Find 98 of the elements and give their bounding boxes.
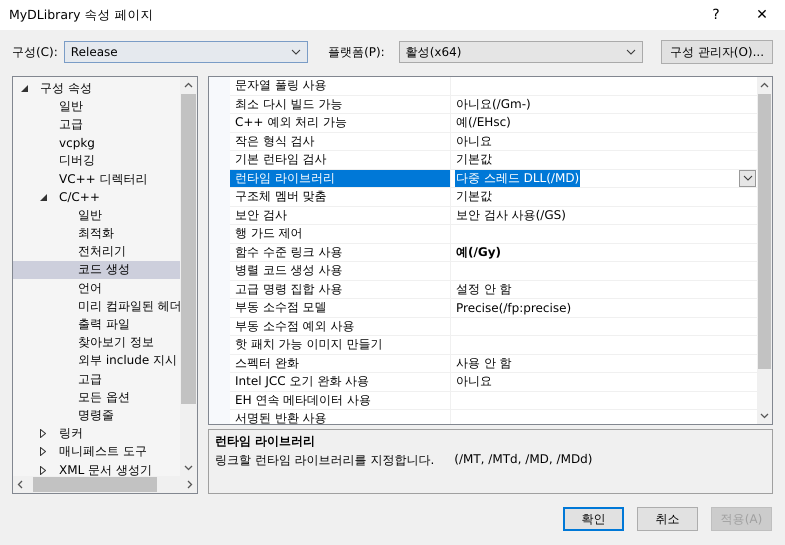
scroll-up-icon[interactable] xyxy=(760,82,769,88)
property-name: 기본 런타임 검사 xyxy=(230,151,451,168)
description-title: 런타임 라이브러리 xyxy=(215,433,316,450)
scroll-right-icon[interactable] xyxy=(187,480,193,489)
expanded-triangle-icon xyxy=(40,194,47,201)
tree-item[interactable]: 링커 xyxy=(13,424,180,443)
dropdown-button[interactable] xyxy=(739,170,756,187)
tree-item[interactable]: 명령줄 xyxy=(13,406,180,425)
property-name: 부동 소수점 예외 사용 xyxy=(230,318,451,335)
tree-item[interactable]: 일반 xyxy=(13,97,180,116)
property-name: EH 연속 메타데이터 사용 xyxy=(230,392,451,409)
tree-item[interactable]: 고급 xyxy=(13,115,180,134)
property-name: 병렬 코드 생성 사용 xyxy=(230,262,451,280)
tree-item[interactable]: 찾아보기 정보 xyxy=(13,334,180,352)
property-value: 예(/EHsc) xyxy=(455,114,512,132)
property-row[interactable]: Intel JCC 오기 완화 사용 아니요 xyxy=(230,373,757,392)
property-name: 고급 명령 집합 사용 xyxy=(230,280,451,298)
configuration-dropdown[interactable]: Release xyxy=(64,41,308,63)
property-name: Intel JCC 오기 완화 사용 xyxy=(230,373,451,390)
property-name: 부동 소수점 모델 xyxy=(230,299,451,316)
property-value: Precise(/fp:precise) xyxy=(455,300,572,315)
property-row[interactable]: EH 연속 메타데이터 사용 xyxy=(230,392,757,410)
property-name: 핫 패치 가능 이미지 만들기 xyxy=(230,336,451,354)
scroll-down-icon[interactable] xyxy=(184,465,193,471)
property-name: 구조체 멤버 맞춤 xyxy=(230,188,451,206)
dialog-button[interactable]: 확인 xyxy=(563,507,624,531)
property-row[interactable]: 부동 소수점 예외 사용 xyxy=(230,318,757,336)
tree-item[interactable]: vcpkg xyxy=(13,134,180,152)
property-name: 최소 다시 빌드 가능 xyxy=(230,96,451,113)
tree-item[interactable]: 출력 파일 xyxy=(13,315,180,334)
scroll-up-icon[interactable] xyxy=(184,82,193,88)
tree-item[interactable]: 매니페스트 도구 xyxy=(13,442,180,461)
property-value: 아니요 xyxy=(455,373,493,390)
property-name: 함수 수준 링크 사용 xyxy=(230,244,451,261)
configuration-manager-button[interactable]: 구성 관리자(O)... xyxy=(661,40,774,64)
tree-item[interactable]: 전처리기 xyxy=(13,242,180,261)
tree-item[interactable]: 디버깅 xyxy=(13,152,180,170)
property-value: 설정 안 함 xyxy=(455,280,513,298)
tree-item[interactable]: 최적화 xyxy=(13,224,180,243)
tree-item[interactable]: 일반 xyxy=(13,206,180,224)
property-value: 아니요(/Gm-) xyxy=(455,96,532,113)
property-value: 기본값 xyxy=(455,188,493,206)
property-value: 아니요 xyxy=(455,132,493,150)
property-row[interactable]: 런타임 라이브러리 다중 스레드 DLL(/MD) xyxy=(230,170,757,188)
platform-dropdown[interactable]: 활성(x64) xyxy=(398,41,644,63)
property-value: 보안 검사 사용(/GS) xyxy=(455,206,567,224)
property-name: C++ 예외 처리 가능 xyxy=(230,114,451,132)
property-row[interactable]: 함수 수준 링크 사용 예(/Gy) xyxy=(230,244,757,262)
property-name: 런타임 라이브러리 xyxy=(230,170,451,187)
close-button[interactable]: ✕ xyxy=(739,0,785,30)
tree-item[interactable]: 언어 xyxy=(13,279,180,298)
dialog-button[interactable]: 취소 xyxy=(637,507,698,531)
property-name: 행 가드 제어 xyxy=(230,225,451,242)
property-name: 작은 형식 검사 xyxy=(230,132,451,150)
chevron-down-icon xyxy=(626,49,636,55)
scrollbar[interactable] xyxy=(757,77,772,424)
property-row[interactable]: 최소 다시 빌드 가능 아니요(/Gm-) xyxy=(230,96,757,114)
property-value: 사용 안 함 xyxy=(455,354,513,372)
configuration-label: 구성(C): xyxy=(12,44,58,60)
platform-label: 플랫폼(P): xyxy=(328,44,385,60)
tree-item[interactable]: 구성 속성 xyxy=(13,79,180,98)
scrollbar[interactable] xyxy=(180,77,197,476)
property-row[interactable]: 문자열 풀링 사용 xyxy=(230,77,757,96)
tree-item[interactable]: 코드 생성 xyxy=(13,260,180,280)
property-row[interactable]: 고급 명령 집합 사용 설정 안 함 xyxy=(230,280,757,299)
property-row[interactable]: 보안 검사 보안 검사 사용(/GS) xyxy=(230,206,757,225)
property-name: 문자열 풀링 사용 xyxy=(230,77,451,94)
property-name: 스펙터 완화 xyxy=(230,354,451,372)
chevron-down-icon xyxy=(291,49,302,55)
help-button[interactable]: ? xyxy=(693,0,739,30)
property-value: 예(/Gy) xyxy=(455,244,502,261)
property-row[interactable]: 구조체 멤버 맞춤 기본값 xyxy=(230,188,757,206)
property-row[interactable]: 작은 형식 검사 아니요 xyxy=(230,132,757,151)
tree-item[interactable]: 모든 옵션 xyxy=(13,388,180,406)
property-row[interactable]: 핫 패치 가능 이미지 만들기 xyxy=(230,336,757,354)
scroll-left-icon[interactable] xyxy=(17,480,23,489)
property-value: 기본값 xyxy=(455,151,493,168)
property-value: 다중 스레드 DLL(/MD) xyxy=(455,170,580,187)
horizontal-scrollbar[interactable] xyxy=(13,476,197,493)
tree-item[interactable]: C/C++ xyxy=(13,188,180,206)
tree-item[interactable]: XML 문서 생성기 xyxy=(13,460,180,476)
window-title: MyDLibrary 속성 페이지 xyxy=(9,6,154,24)
chevron-down-icon xyxy=(742,175,752,182)
property-row[interactable]: 부동 소수점 모델 Precise(/fp:precise) xyxy=(230,299,757,318)
property-name: 서명된 반환 사용 xyxy=(230,410,451,424)
property-row[interactable]: 스펙터 완화 사용 안 함 xyxy=(230,354,757,373)
property-row[interactable]: 행 가드 제어 xyxy=(230,225,757,244)
expanded-triangle-icon xyxy=(21,84,28,92)
tree-item[interactable]: 고급 xyxy=(13,370,180,388)
tree-item[interactable]: 외부 include 지시 xyxy=(13,352,180,370)
description-text: 링크할 런타임 라이브러리를 지정합니다. xyxy=(215,452,434,470)
tree-item[interactable]: VC++ 디렉터리 xyxy=(13,170,180,188)
tree-item[interactable]: 미리 컴파일된 헤더 xyxy=(13,297,180,316)
switch-list: (/MT, /MTd, /MD, /MDd) xyxy=(454,452,592,470)
property-name: 보안 검사 xyxy=(230,206,451,224)
property-row[interactable]: 병렬 코드 생성 사용 xyxy=(230,262,757,280)
property-row[interactable]: C++ 예외 처리 가능 예(/EHsc) xyxy=(230,114,757,132)
scroll-down-icon[interactable] xyxy=(760,413,769,420)
